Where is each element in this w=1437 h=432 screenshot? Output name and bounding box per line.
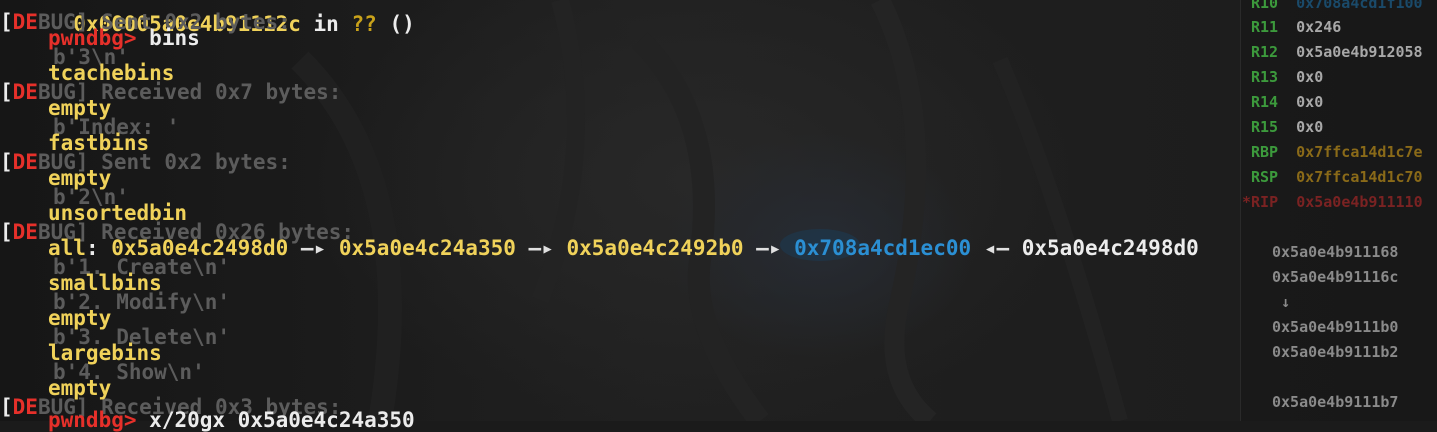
fastbins-value: empty [48, 166, 112, 190]
register-row: R10 0x708a4cd1f100 [1251, 0, 1423, 12]
back-arrow-icon: ◂— [983, 236, 1010, 260]
chain-addr: 0x5a0e4c24a350 [338, 236, 516, 260]
register-pane: R10 0x708a4cd1f100 R11 0x246 R12 0x5a0e4… [1240, 0, 1437, 421]
frame-in: in [313, 12, 339, 36]
largebins-value: empty [48, 376, 112, 400]
register-row: RSP 0x7ffca14d1c70 [1251, 168, 1423, 186]
frame-parens: () [389, 12, 415, 36]
terminal-background [0, 0, 1437, 421]
stack-addr: 0x5a0e4b91116c [1272, 268, 1399, 286]
register-row: R13 0x0 [1251, 68, 1324, 86]
register-row: R11 0x246 [1251, 18, 1342, 36]
stack-addr: 0x5a0e4b9111b2 [1272, 343, 1399, 361]
register-row-rip: *RIP 0x5a0e4b911110 [1242, 193, 1423, 211]
chain-all-label: all [48, 236, 86, 260]
tcachebins-value: empty [48, 96, 112, 120]
next-command-text: x/20gx 0x5a0e4c24a350 [149, 408, 415, 432]
frame-func: ?? [351, 12, 377, 36]
register-row: RBP 0x7ffca14d1c7e [1251, 143, 1423, 161]
smallbins-value: empty [48, 306, 112, 330]
tcachebins-label: tcachebins [48, 61, 175, 85]
forward-arrow-icon: —▸ [756, 236, 782, 260]
unsortedbin-chain: all: 0x5a0e4c2498d0 —▸ 0x5a0e4c24a350 —▸… [48, 236, 1199, 260]
register-row: R15 0x0 [1251, 118, 1324, 136]
stack-addr: 0x5a0e4b9111b7 [1272, 393, 1399, 411]
register-row: R12 0x5a0e4b912058 [1251, 43, 1423, 61]
prompt-line: pwndbg> bins [48, 26, 200, 50]
smallbins-label: smallbins [48, 271, 162, 295]
chain-addr-libc: 0x708a4cd1ec00 [794, 236, 972, 260]
register-row: R14 0x0 [1251, 93, 1324, 111]
fastbins-label: fastbins [48, 131, 150, 155]
unsortedbin-label: unsortedbin [48, 201, 188, 225]
next-command-line: pwndbg> x/20gx 0x5a0e4c24a350 [48, 408, 415, 432]
chain-addr: 0x5a0e4c2498d0 [1021, 236, 1199, 260]
stack-addr: 0x5a0e4b911168 [1272, 243, 1399, 261]
stack-addr: 0x5a0e4b9111b0 [1272, 318, 1399, 336]
chain-addr: 0x5a0e4c2498d0 [111, 236, 289, 260]
largebins-label: largebins [48, 341, 162, 365]
chain-addr: 0x5a0e4c2492b0 [566, 236, 744, 260]
forward-arrow-icon: —▸ [528, 236, 554, 260]
forward-arrow-icon: —▸ [300, 236, 327, 260]
command-text: bins [149, 26, 200, 50]
pwndbg-prompt: pwndbg> [48, 26, 137, 50]
down-arrow-icon: ↓ [1281, 293, 1291, 311]
